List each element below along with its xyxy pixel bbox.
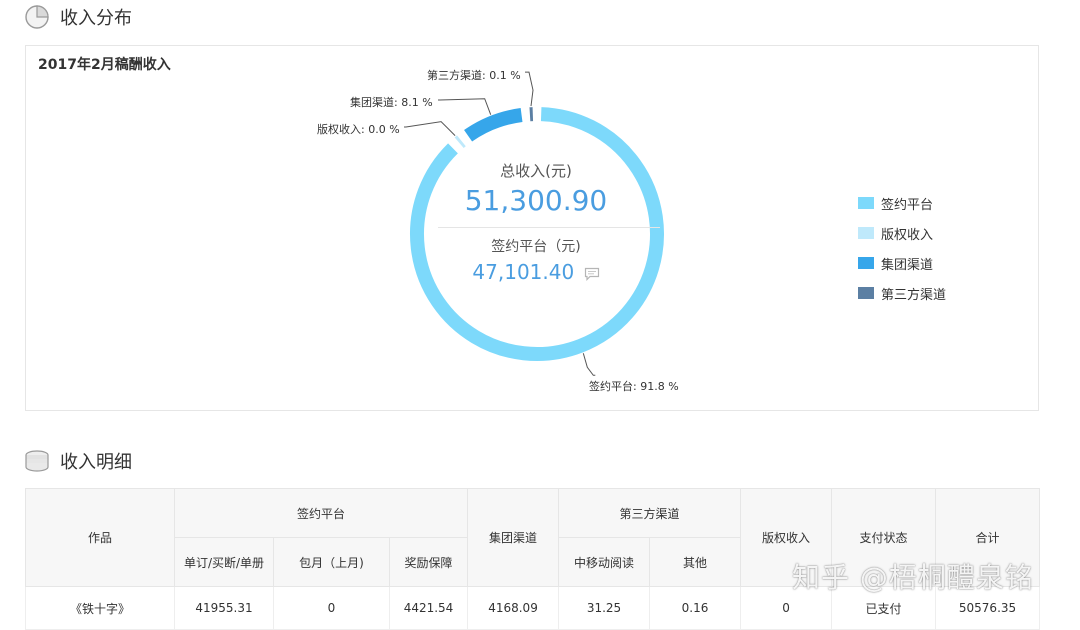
col-header-group-channel: 集团渠道: [468, 489, 559, 587]
legend-item[interactable]: 第三方渠道: [858, 278, 946, 308]
leader-line: [404, 122, 455, 136]
slice-group-channel[interactable]: [468, 115, 521, 136]
legend-swatch: [858, 227, 874, 239]
pie-chart-icon: [24, 4, 50, 30]
cell-group: 4168.09: [468, 587, 559, 630]
leader-line: [438, 99, 491, 115]
cell-monthly: 0: [274, 587, 390, 630]
comment-icon[interactable]: [584, 267, 600, 281]
callout-copyright: 版权收入: 0.0 %: [317, 121, 400, 137]
slice-copyright[interactable]: [459, 141, 461, 143]
coin-stack-icon: [24, 448, 50, 474]
chart-legend: 签约平台 版权收入 集团渠道 第三方渠道: [858, 188, 946, 308]
sign-platform-value: 47,101.40: [472, 260, 574, 284]
legend-swatch: [858, 287, 874, 299]
total-income-value: 51,300.90: [416, 184, 656, 217]
col-header-order: 单订/买断/单册: [175, 538, 274, 587]
legend-item[interactable]: 签约平台: [858, 188, 946, 218]
sign-platform-value-row: 47,101.40: [416, 260, 656, 284]
callout-sign-platform: 签约平台: 91.8 %: [589, 378, 679, 394]
col-header-cmread: 中移动阅读: [559, 538, 650, 587]
watermark: 知乎 @梧桐醴泉铭: [792, 556, 1034, 596]
leader-line: [525, 72, 533, 106]
slice-sign-platform[interactable]: [417, 114, 657, 354]
cell-other: 0.16: [650, 587, 741, 630]
section-title: 收入分布: [60, 4, 132, 30]
col-header-other: 其他: [650, 538, 741, 587]
callout-third-party: 第三方渠道: 0.1 %: [427, 67, 521, 83]
center-divider: [438, 227, 660, 228]
col-header-monthly: 包月（上月): [274, 538, 390, 587]
cell-cmread: 31.25: [559, 587, 650, 630]
col-header-sign-platform: 签约平台: [175, 489, 468, 538]
section-title: 收入明细: [60, 448, 132, 474]
total-income-label: 总收入(元): [416, 160, 656, 181]
income-distribution-header: 收入分布: [24, 4, 132, 30]
income-detail-header: 收入明细: [24, 448, 132, 474]
col-header-reward: 奖励保障: [390, 538, 468, 587]
legend-swatch: [858, 197, 874, 209]
legend-label: 版权收入: [881, 224, 933, 243]
cell-order: 41955.31: [175, 587, 274, 630]
col-header-third-party: 第三方渠道: [559, 489, 741, 538]
legend-label: 集团渠道: [881, 254, 933, 273]
cell-work[interactable]: 《铁十字》: [26, 587, 175, 630]
legend-label: 签约平台: [881, 194, 933, 213]
col-header-work: 作品: [26, 489, 175, 587]
legend-label: 第三方渠道: [881, 284, 946, 303]
legend-item[interactable]: 版权收入: [858, 218, 946, 248]
legend-swatch: [858, 257, 874, 269]
legend-item[interactable]: 集团渠道: [858, 248, 946, 278]
leader-line: [583, 353, 595, 375]
sign-platform-label: 签约平台（元): [416, 236, 656, 256]
cell-reward: 4421.54: [390, 587, 468, 630]
income-chart-card: 2017年2月稿酬收入 总收入(元) 51,300.90 签约平台（元) 47,…: [25, 45, 1039, 411]
callout-group-channel: 集团渠道: 8.1 %: [350, 94, 433, 110]
